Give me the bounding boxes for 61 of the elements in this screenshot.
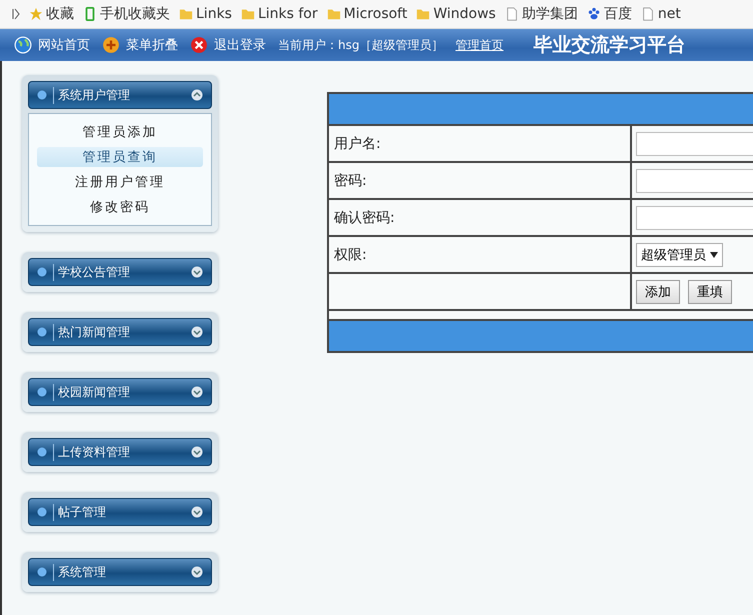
page-icon — [504, 7, 519, 21]
chevron-icon — [191, 266, 203, 278]
bookmark-link[interactable]: 助学集团 — [504, 5, 578, 23]
bookmark-link[interactable]: 收藏 — [29, 5, 74, 23]
submenu-item[interactable]: 管理员查询 — [37, 147, 203, 167]
submenu-item[interactable]: 注册用户管理 — [37, 172, 203, 192]
nav-link[interactable]: 菜单折叠 — [102, 36, 178, 54]
menu-header[interactable]: 热门新闻管理 — [28, 318, 212, 346]
form-button[interactable]: 重填 — [688, 280, 732, 304]
submenu-item[interactable]: 修改密码 — [37, 197, 203, 217]
menu-header[interactable]: 上传资料管理 — [28, 438, 212, 466]
caret-icon — [710, 252, 718, 258]
dot-icon — [37, 567, 47, 577]
submenu-item[interactable]: 管理员添加 — [37, 122, 203, 142]
plus-icon — [102, 36, 120, 54]
folder-icon — [240, 7, 255, 21]
nav-link[interactable]: 网站首页 — [14, 36, 90, 54]
chevron-icon — [191, 326, 203, 338]
folder-icon — [179, 7, 193, 21]
dot-icon — [37, 90, 47, 100]
globe-icon — [14, 36, 32, 54]
dot-icon — [37, 447, 47, 457]
menu-header[interactable]: 学校公告管理 — [28, 258, 212, 286]
field-label: 权限: — [329, 237, 632, 272]
folder-icon — [326, 7, 341, 21]
chevron-icon — [191, 506, 203, 518]
expand-icon[interactable] — [12, 8, 20, 20]
site-title: 毕业交流学习平台 — [533, 33, 686, 58]
chevron-icon — [191, 386, 203, 398]
close-icon — [190, 36, 208, 54]
dot-icon — [37, 507, 47, 517]
bookmark-link[interactable]: 百度 — [586, 5, 632, 23]
nav-link[interactable]: 退出登录 — [190, 36, 266, 54]
dot-icon — [37, 267, 47, 277]
permission-select[interactable]: 超级管理员 — [636, 242, 723, 266]
chevron-icon — [191, 566, 203, 578]
chevron-icon — [191, 89, 203, 101]
dot-icon — [37, 387, 47, 397]
menu-header[interactable]: 帖子管理 — [28, 498, 212, 526]
form-button[interactable]: 添加 — [636, 280, 680, 304]
menu-header[interactable]: 系统管理 — [28, 558, 212, 586]
current-user: 当前用户：hsg［超级管理员］ — [278, 36, 444, 54]
chevron-icon — [191, 446, 203, 458]
dot-icon — [37, 327, 47, 337]
admin-home-link[interactable]: 管理首页 — [455, 36, 504, 54]
menu-header[interactable]: 校园新闻管理 — [28, 378, 212, 406]
bookmark-link[interactable]: 手机收藏夹 — [83, 5, 170, 23]
field-label: 确认密码: — [329, 200, 632, 235]
bookmark-link[interactable]: net — [640, 6, 681, 22]
field-label: 用户名: — [329, 126, 632, 161]
star-icon — [29, 7, 43, 21]
menu-header[interactable]: 系统用户管理 — [28, 81, 212, 109]
phone-icon — [83, 7, 97, 21]
folder-icon — [416, 7, 430, 21]
bookmark-link[interactable]: Microsoft — [326, 6, 408, 22]
bookmark-link[interactable]: Windows — [416, 6, 496, 22]
page-icon — [640, 7, 655, 21]
bookmark-link[interactable]: Links — [179, 6, 232, 22]
bookmark-link[interactable]: Links for — [240, 6, 318, 22]
field-label: 密码: — [329, 163, 632, 198]
paw-icon — [586, 7, 601, 21]
